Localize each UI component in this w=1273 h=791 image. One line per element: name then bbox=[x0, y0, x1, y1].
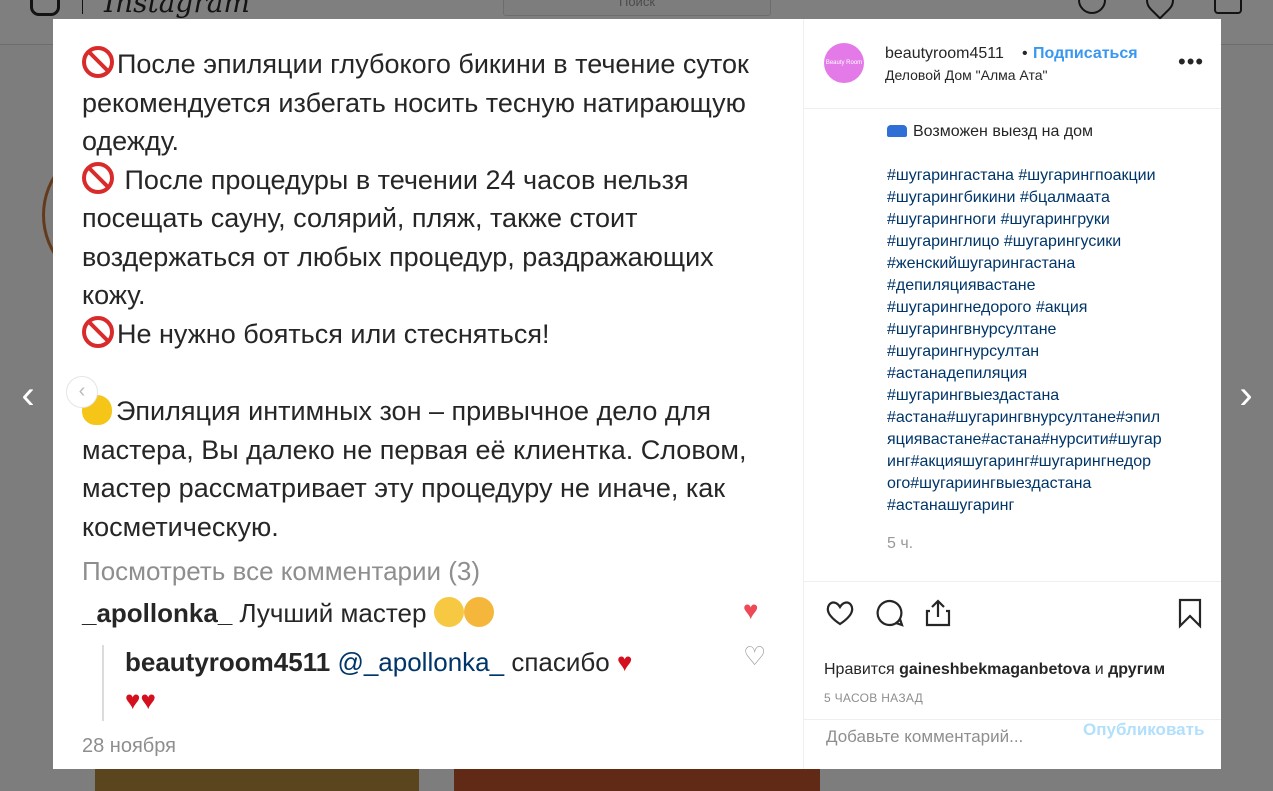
hashtag-link[interactable]: #женскийшугарингастана bbox=[887, 253, 1187, 275]
car-icon bbox=[887, 125, 907, 137]
angel-emoji-icon bbox=[433, 597, 464, 627]
image-paragraph: Эпиляция интимных зон – привычное дело д… bbox=[82, 395, 747, 542]
hashtag-link[interactable]: #астанадепиляция bbox=[887, 363, 1187, 385]
comment-bar: Опубликовать bbox=[804, 719, 1221, 770]
hashtag-link[interactable]: #шугарингнедорого #акция bbox=[887, 297, 1187, 319]
hashtag-link[interactable]: #шугарингнурсултан bbox=[887, 341, 1187, 363]
carousel-prev-icon[interactable]: ‹ bbox=[66, 376, 98, 408]
others-link[interactable]: другим bbox=[1108, 661, 1165, 678]
avatar[interactable]: Beauty Room 4511 bbox=[824, 43, 864, 83]
post-modal: После эпиляции глубокого бикини в течени… bbox=[53, 19, 1221, 769]
view-all-comments: Посмотреть все комментарии (3) bbox=[82, 556, 481, 586]
no-entry-icon bbox=[82, 315, 114, 348]
hashtag-link[interactable]: #астана#шугарингвнурсултане#эпил bbox=[887, 407, 1187, 429]
hashtag-link[interactable]: ого#шугариингвыездастана bbox=[887, 473, 1187, 495]
caption-line: Возможен выезд на дом bbox=[887, 121, 1187, 143]
kiss-emoji-icon bbox=[463, 597, 494, 627]
hashtag-link[interactable]: #шугарингбикини #бцалмаата bbox=[887, 187, 1187, 209]
hashtag-link[interactable]: #шугаринглицо #шугарингусики bbox=[887, 231, 1187, 253]
caption-timestamp: 5 ч. bbox=[887, 535, 914, 552]
image-comment: _apollonka_ Лучший мастер bbox=[82, 597, 494, 629]
publish-button[interactable]: Опубликовать bbox=[1083, 720, 1204, 740]
red-heart-icon: ♥♥ bbox=[125, 685, 156, 715]
post-timestamp[interactable]: 5 ЧАСОВ НАЗАД bbox=[824, 691, 923, 705]
post-image: После эпиляции глубокого бикини в течени… bbox=[53, 19, 803, 769]
liker-link[interactable]: gaineshbekmaganbetova bbox=[899, 661, 1090, 678]
image-text: После эпиляции глубокого бикини в течени… bbox=[82, 45, 782, 546]
heart-outline-icon: ♡ bbox=[743, 641, 767, 671]
reply-divider bbox=[102, 645, 104, 721]
like-heart-icon[interactable] bbox=[824, 597, 856, 629]
heart-filled-icon: ♥ bbox=[743, 595, 759, 625]
share-icon[interactable] bbox=[922, 597, 954, 629]
hashtag-link[interactable]: #шугарингастана #шугарингпоакции bbox=[887, 165, 1187, 187]
username-link[interactable]: beautyroom4511 bbox=[885, 45, 1004, 63]
image-date: 28 ноября bbox=[82, 735, 176, 757]
follow-button[interactable]: Подписаться bbox=[1033, 45, 1138, 63]
image-paragraph: Не нужно бояться или стесняться! bbox=[82, 315, 782, 354]
no-entry-icon bbox=[82, 46, 114, 78]
separator: • bbox=[1022, 45, 1028, 62]
hashtag-link[interactable]: #шугарингвыездастана bbox=[887, 385, 1187, 407]
next-post-arrow-icon[interactable]: › bbox=[1228, 375, 1264, 415]
hashtag-link[interactable]: яциявастане#астана#нурсити#шугар bbox=[887, 429, 1187, 451]
image-paragraph: После процедуры в течении 24 часов нельз… bbox=[82, 161, 782, 315]
image-paragraph: После эпиляции глубокого бикини в течени… bbox=[82, 45, 782, 161]
comment-icon[interactable] bbox=[874, 597, 906, 629]
more-options-icon[interactable]: ••• bbox=[1178, 49, 1204, 75]
post-caption: Возможен выезд на дом #шугарингастана #ш… bbox=[887, 121, 1187, 517]
post-sidebar: Beauty Room 4511 beautyroom4511 • Подпис… bbox=[803, 19, 1221, 769]
hashtag-link[interactable]: #шугарингноги #шугарингруки bbox=[887, 209, 1187, 231]
image-reply: beautyroom4511 @_apollonka_ спасибо ♥ ♥♥ bbox=[125, 647, 633, 715]
no-entry-icon bbox=[82, 161, 114, 194]
hashtag-link[interactable]: #астанашугаринг bbox=[887, 495, 1187, 517]
hashtag-link[interactable]: инг#акцияшугаринг#шугарингнедор bbox=[887, 451, 1187, 473]
hashtags: #шугарингастана #шугарингпоакции #шугари… bbox=[887, 165, 1187, 517]
action-bar: Нравится gaineshbekmaganbetova и другим … bbox=[804, 581, 1221, 720]
bookmark-icon[interactable] bbox=[1174, 597, 1206, 629]
comment-input[interactable] bbox=[824, 720, 1068, 753]
likes-summary: Нравится gaineshbekmaganbetova и другим bbox=[824, 661, 1166, 678]
hashtag-link[interactable]: #депиляциявастане bbox=[887, 275, 1187, 297]
hashtag-link[interactable]: #шугарингвнурсултане bbox=[887, 319, 1187, 341]
previous-post-arrow-icon[interactable]: ‹ bbox=[10, 375, 46, 415]
red-heart-icon: ♥ bbox=[616, 647, 633, 677]
post-header: Beauty Room 4511 beautyroom4511 • Подпис… bbox=[804, 19, 1221, 109]
location-link[interactable]: Деловой Дом "Алма Ата" bbox=[885, 67, 1047, 83]
